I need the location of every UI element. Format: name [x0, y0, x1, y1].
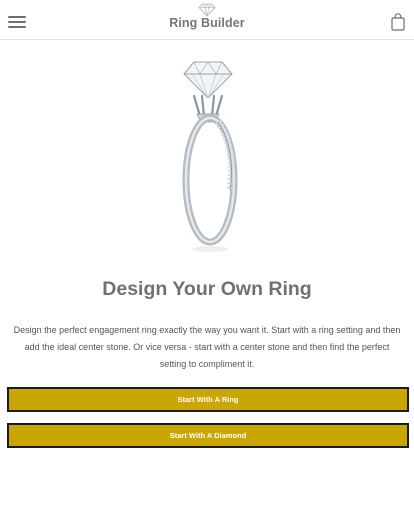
intro-description: Design the perfect engagement ring exact… — [13, 325, 401, 369]
diamond-logo-icon — [198, 3, 216, 17]
diamond-stone — [183, 61, 233, 99]
ring-builder-screen: Ring Builder Design Your Own Ring Design… — [0, 0, 414, 516]
top-navigation-bar: Ring Builder — [0, 0, 414, 40]
shopping-bag-icon[interactable] — [391, 13, 405, 31]
page-title: Design Your Own Ring — [102, 278, 312, 300]
ring-builder-logo[interactable]: Ring Builder — [158, 2, 256, 36]
logo-text: Ring Builder — [169, 16, 245, 30]
start-with-ring-button[interactable]: Start With A Ring — [7, 387, 409, 412]
ring-shadow — [192, 246, 228, 252]
engagement-ring-image — [182, 61, 238, 252]
ring-band — [182, 114, 238, 246]
start-with-diamond-button[interactable]: Start With A Diamond — [7, 423, 409, 448]
hamburger-menu-icon[interactable] — [8, 16, 26, 28]
